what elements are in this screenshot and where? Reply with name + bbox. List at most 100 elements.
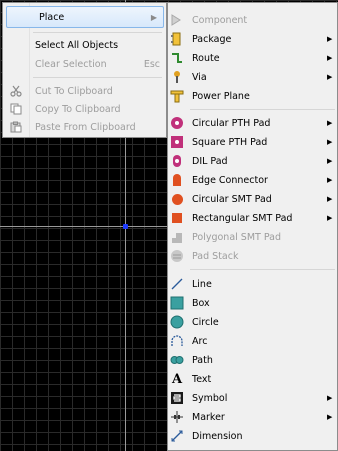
menu-item-clear-selection[interactable]: Clear Selection Esc [3,54,166,74]
menu-separator [190,269,335,270]
submenu-arrow-icon: ▶ [327,214,333,222]
submenu-item-dimension[interactable]: Dimension [168,427,337,445]
submenu-item-power-plane-label: Power Plane [192,90,250,102]
paste-icon [3,121,29,133]
menu-item-clear-selection-label: Clear Selection [35,58,107,70]
submenu-item-arc-label: Arc [192,335,208,347]
submenu-arrow-icon: ▶ [327,119,333,127]
submenu-item-dimension-label: Dimension [192,430,243,442]
menu-separator [33,32,162,33]
submenu-item-path[interactable]: Path [168,351,337,369]
submenu-item-marker-label: Marker [192,411,225,423]
power-plane-icon [168,87,186,105]
submenu-item-circular-pth-pad-label: Circular PTH Pad [192,117,271,129]
circular-smt-pad-icon [168,190,186,208]
submenu-item-via[interactable]: Via ▶ [168,68,337,86]
submenu-item-circular-pth-pad[interactable]: Circular PTH Pad ▶ [168,114,337,132]
line-icon [168,275,186,293]
submenu-item-box[interactable]: Box [168,294,337,312]
menu-item-copy-label: Copy To Clipboard [35,103,121,115]
square-pth-pad-icon [168,133,186,151]
submenu-item-power-plane[interactable]: Power Plane [168,87,337,105]
submenu-arrow-icon: ▶ [150,12,157,22]
submenu-item-component[interactable]: Component [168,11,337,29]
submenu-item-dil-pad-label: DIL Pad [192,155,228,167]
submenu-arrow-icon: ▶ [327,35,333,43]
copy-icon [3,103,29,115]
submenu-arrow-icon: ▶ [327,54,333,62]
path-icon [168,351,186,369]
route-icon [168,49,186,67]
pad-stack-icon [168,247,186,265]
submenu-item-via-label: Via [192,71,207,83]
menu-item-select-all[interactable]: Select All Objects [3,35,166,55]
submenu-item-path-label: Path [192,354,213,366]
submenu-item-edge-connector[interactable]: Edge Connector ▶ [168,171,337,189]
submenu-item-pad-stack-label: Pad Stack [192,250,239,262]
submenu-item-square-pth-pad-label: Square PTH Pad [192,136,268,148]
component-icon [168,11,186,29]
menu-item-place-label: Place [39,11,65,23]
submenu-item-rectangular-smt-pad-label: Rectangular SMT Pad [192,212,293,224]
menu-item-place[interactable]: Place ▶ [6,6,164,28]
submenu-arrow-icon: ▶ [327,138,333,146]
submenu-item-pad-stack[interactable]: Pad Stack [168,247,337,265]
marker-icon [168,408,186,426]
text-icon: A [171,371,183,387]
symbol-icon [168,389,186,407]
submenu-item-polygonal-smt-pad-label: Polygonal SMT Pad [192,231,282,243]
menu-item-paste-label: Paste From Clipboard [35,121,136,133]
submenu-item-rectangular-smt-pad[interactable]: Rectangular SMT Pad ▶ [168,209,337,227]
submenu-arrow-icon: ▶ [327,157,333,165]
menu-item-cut-label: Cut To Clipboard [35,85,113,97]
submenu-item-symbol[interactable]: Symbol ▶ [168,389,337,407]
submenu-arrow-icon: ▶ [327,394,333,402]
rectangular-smt-pad-icon [168,209,186,227]
submenu-item-square-pth-pad[interactable]: Square PTH Pad ▶ [168,133,337,151]
menu-item-paste[interactable]: Paste From Clipboard [3,117,166,137]
box-icon [168,294,186,312]
submenu-item-circle-label: Circle [192,316,219,328]
circular-pth-pad-icon [168,114,186,132]
submenu-item-route[interactable]: Route ▶ [168,49,337,67]
submenu-item-circle[interactable]: Circle [168,313,337,331]
submenu-item-component-label: Component [192,14,248,26]
submenu-arrow-icon: ▶ [327,413,333,421]
menu-item-cut[interactable]: Cut To Clipboard [3,81,166,101]
scissors-icon [3,85,29,97]
submenu-item-marker[interactable]: Marker ▶ [168,408,337,426]
submenu-arrow-icon: ▶ [327,176,333,184]
menu-separator [190,109,335,110]
menu-item-copy[interactable]: Copy To Clipboard [3,99,166,119]
submenu-arrow-icon: ▶ [327,195,333,203]
arc-icon [168,332,186,350]
shortcut-esc: Esc [143,58,160,70]
submenu-item-package-label: Package [192,33,232,45]
submenu-item-text-label: Text [192,373,212,385]
submenu-item-circular-smt-pad[interactable]: Circular SMT Pad ▶ [168,190,337,208]
submenu-item-line[interactable]: Line [168,275,337,293]
place-submenu: Component Package ▶ Route ▶ Via ▶ Power … [167,2,338,451]
submenu-item-line-label: Line [192,278,212,290]
package-icon [168,30,186,48]
submenu-item-box-label: Box [192,297,210,309]
submenu-item-route-label: Route [192,52,220,64]
via-icon [168,68,186,86]
menu-item-select-all-label: Select All Objects [35,39,119,51]
dimension-icon [168,427,186,445]
submenu-item-dil-pad[interactable]: DIL Pad ▶ [168,152,337,170]
submenu-item-package[interactable]: Package ▶ [168,30,337,48]
polygonal-smt-pad-icon [168,228,186,246]
dil-pad-icon [168,152,186,170]
submenu-item-circular-smt-pad-label: Circular SMT Pad [192,193,272,205]
submenu-item-text[interactable]: A Text [168,370,337,388]
menu-separator [33,77,162,78]
submenu-item-arc[interactable]: Arc [168,332,337,350]
cursor-marker [123,224,128,229]
submenu-arrow-icon: ▶ [327,73,333,81]
circle-icon [168,313,186,331]
submenu-item-edge-connector-label: Edge Connector [192,174,268,186]
context-menu: Place ▶ Select All Objects Clear Selecti… [2,2,167,138]
submenu-item-polygonal-smt-pad[interactable]: Polygonal SMT Pad [168,228,337,246]
submenu-item-symbol-label: Symbol [192,392,228,404]
